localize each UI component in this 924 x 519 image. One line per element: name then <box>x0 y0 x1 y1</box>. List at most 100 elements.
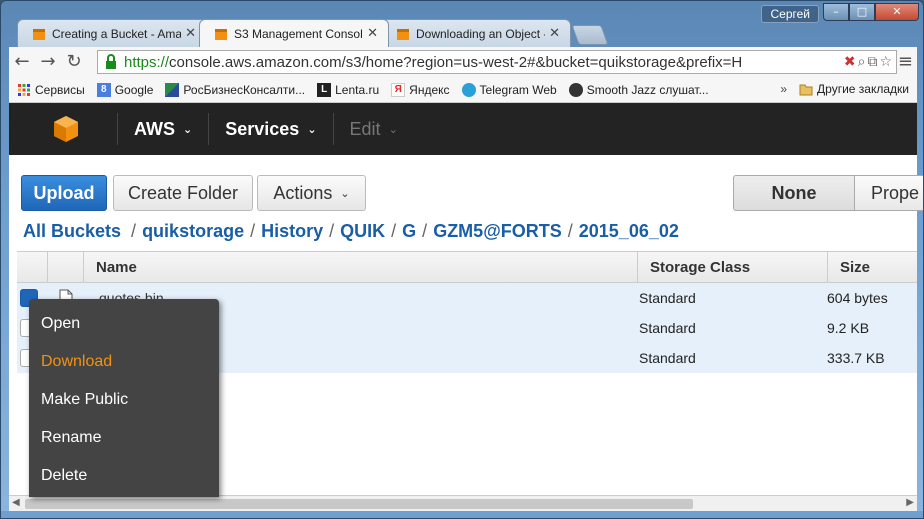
bookmark-label: Google <box>114 82 154 97</box>
breadcrumb: All Buckets / quikstorage / History / QU… <box>23 221 679 242</box>
blocked-popup-icon[interactable]: ✖ <box>844 54 856 70</box>
edit-menu-label: Edit <box>349 118 381 139</box>
minimize-button[interactable]: – <box>823 3 849 21</box>
tab-creating-bucket[interactable]: Creating a Bucket - Amazon ✕ <box>17 19 207 47</box>
other-bookmarks-folder[interactable]: Другие закладки <box>799 82 909 96</box>
context-menu: Open Download Make Public Rename Delete <box>29 299 219 497</box>
google-icon: 8 <box>96 82 111 97</box>
column-size[interactable]: Size <box>827 252 917 282</box>
lock-icon <box>106 54 116 69</box>
tab-title: S3 Management Console <box>234 26 364 41</box>
yandex-icon: Я <box>391 82 406 97</box>
aws-menu-label: AWS <box>134 118 176 139</box>
profile-user-label[interactable]: Сергей <box>761 5 819 23</box>
context-menu-download[interactable]: Download <box>29 343 219 381</box>
table-header: Name Storage Class Size <box>17 251 917 283</box>
breadcrumb-gzm5-forts[interactable]: GZM5@FORTS <box>433 221 562 242</box>
breadcrumb-quikstorage[interactable]: quikstorage <box>142 221 244 242</box>
window-controls: – □ ✕ <box>823 3 919 21</box>
url-scheme: https:// <box>124 53 170 71</box>
context-menu-rename[interactable]: Rename <box>29 419 219 457</box>
translate-icon[interactable]: ⧉ <box>867 54 877 70</box>
chevron-down-icon: ⌄ <box>340 186 350 200</box>
tab-downloading-object[interactable]: Downloading an Object - ✕ <box>381 19 571 47</box>
lenta-icon: L <box>317 82 332 97</box>
icon-column <box>47 252 83 282</box>
breadcrumb-quik[interactable]: QUIK <box>340 221 385 242</box>
bookmark-services[interactable]: Сервисы <box>17 83 85 97</box>
row-size-cell: 9.2 KB <box>827 313 917 343</box>
breadcrumb-separator: / <box>250 221 256 241</box>
reload-button[interactable]: ↻ <box>61 49 87 75</box>
bookmarks-overflow-button[interactable]: » <box>780 82 787 96</box>
back-button[interactable]: ← <box>9 49 35 75</box>
context-menu-open[interactable]: Open <box>29 305 219 343</box>
context-menu-delete[interactable]: Delete <box>29 457 219 495</box>
bookmark-label: Сервисы <box>35 82 85 97</box>
bookmark-label: Telegram Web <box>479 82 557 97</box>
aws-cube-icon[interactable] <box>51 114 81 144</box>
apps-grid-icon <box>18 83 30 96</box>
upload-button[interactable]: Upload <box>21 175 107 211</box>
breadcrumb-all-buckets[interactable]: All Buckets <box>23 221 121 242</box>
tab-s3-console[interactable]: S3 Management Console ✕ <box>199 19 389 47</box>
bookmark-google[interactable]: 8 Google <box>96 82 154 97</box>
address-bar[interactable]: https:// console.aws.amazon.com/s3/home?… <box>97 50 897 74</box>
bookmark-telegram[interactable]: Telegram Web <box>461 82 557 97</box>
select-all-column <box>17 252 47 282</box>
breadcrumb-separator: / <box>391 221 397 241</box>
edit-menu[interactable]: Edit ⌄ <box>350 119 398 140</box>
browser-toolbar: ← → ↻ https:// console.aws.amazon.com/s3… <box>9 47 917 77</box>
chrome-menu-button[interactable]: ≡ <box>898 51 913 72</box>
size-value: 333.7 KB <box>827 350 885 366</box>
breadcrumb-g[interactable]: G <box>402 221 416 242</box>
telegram-icon <box>461 82 476 97</box>
bookmark-star-icon[interactable]: ☆ <box>879 54 892 70</box>
breadcrumb-history[interactable]: History <box>261 221 323 242</box>
tab-strip: Creating a Bucket - Amazon ✕ S3 Manageme… <box>17 19 609 47</box>
zoom-icon[interactable]: ⌕ <box>858 54 866 70</box>
column-name[interactable]: Name <box>83 252 637 282</box>
bookmark-rbc[interactable]: РосБизнесКонсалти... <box>165 82 306 97</box>
aws-box-icon <box>215 28 227 40</box>
bookmark-label: Lenta.ru <box>335 82 380 97</box>
url-text: console.aws.amazon.com/s3/home?region=us… <box>169 53 743 71</box>
bookmark-label: Smooth Jazz слушат... <box>586 82 709 97</box>
actions-dropdown[interactable]: Actions ⌄ <box>257 175 366 211</box>
aws-box-icon <box>33 28 45 40</box>
omnibox-icons: ✖ ⌕ ⧉ ☆ <box>844 54 896 70</box>
context-menu-make-public[interactable]: Make Public <box>29 381 219 419</box>
storage-class-value: Standard <box>639 320 696 336</box>
row-size-cell: 333.7 KB <box>827 343 917 373</box>
maximize-button[interactable]: □ <box>849 3 875 21</box>
scroll-left-arrow-icon[interactable]: ◀ <box>12 497 20 508</box>
forward-button[interactable]: → <box>35 49 61 75</box>
close-tab-icon[interactable]: ✕ <box>367 26 378 41</box>
scrollbar-thumb[interactable] <box>25 499 693 509</box>
properties-panel-button[interactable]: Prope <box>854 175 923 211</box>
storage-class-value: Standard <box>639 350 696 366</box>
bookmark-lenta[interactable]: L Lenta.ru <box>317 82 380 97</box>
close-tab-icon[interactable]: ✕ <box>549 26 560 41</box>
play-circle-icon <box>568 82 583 97</box>
none-panel-button[interactable]: None <box>733 175 855 211</box>
chevron-down-icon: ⌄ <box>183 122 193 136</box>
aws-menu[interactable]: AWS ⌄ <box>134 119 192 140</box>
close-window-button[interactable]: ✕ <box>875 3 919 21</box>
title-bar: Сергей – □ ✕ Creating a Bucket - Amazon … <box>1 1 923 47</box>
bookmark-label: РосБизнесКонсалти... <box>183 82 306 97</box>
horizontal-scrollbar[interactable]: ◀ ▶ <box>9 495 917 511</box>
create-folder-button[interactable]: Create Folder <box>113 175 253 211</box>
column-storage-class[interactable]: Storage Class <box>637 252 827 282</box>
bookmark-yandex[interactable]: Я Яндекс <box>391 82 450 97</box>
breadcrumb-date-folder[interactable]: 2015_06_02 <box>579 221 679 242</box>
chevron-down-icon: ⌄ <box>388 122 398 136</box>
services-menu-label: Services <box>225 118 300 139</box>
scroll-right-arrow-icon[interactable]: ▶ <box>906 497 914 508</box>
services-menu[interactable]: Services ⌄ <box>225 119 316 140</box>
breadcrumb-separator: / <box>329 221 335 241</box>
new-tab-button[interactable] <box>571 25 609 45</box>
size-value: 604 bytes <box>827 290 888 306</box>
bookmark-smooth-jazz[interactable]: Smooth Jazz слушат... <box>568 82 709 97</box>
close-tab-icon[interactable]: ✕ <box>185 26 196 41</box>
